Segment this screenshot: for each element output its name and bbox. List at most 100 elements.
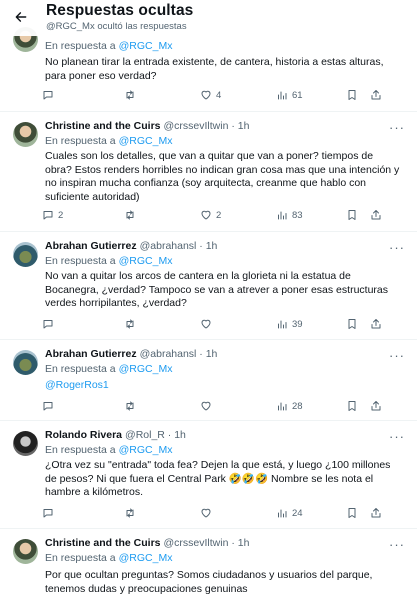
like-button[interactable]: 4 [200,89,221,101]
author-handle[interactable]: @crssevIltwin · 1h [164,120,250,132]
tweet-header: Abrahan Gutierrez @abrahansl · 1h [45,240,217,252]
author-handle[interactable]: @crssevIltwin · 1h [164,537,250,549]
reply-button[interactable] [42,318,58,330]
share-icon [371,319,381,329]
tweet[interactable]: Christine and the Cuirs @crssevIltwin · 1… [0,529,417,602]
more-dots-icon[interactable]: ··· [389,348,405,363]
more-dots-icon[interactable]: ··· [389,120,405,135]
author-handle[interactable]: @abrahansl · 1h [140,240,218,252]
tweet-text: ¿Otra vez su "entrada" toda fea? Dejen l… [45,459,391,499]
bookmark-button[interactable] [346,209,358,221]
author-handle[interactable]: @Rol_R · 1h [125,429,186,441]
reply-context: En respuesta a @RGC_Mx [45,552,172,564]
reply-button[interactable] [42,89,58,101]
bookmark-button[interactable] [346,318,358,330]
tweet-text: Cuales son los detalles, que van a quita… [45,150,400,203]
tweet-header: Christine and the Cuirs @crssevIltwin · 1… [45,537,249,549]
reply-mention-link[interactable]: @RGC_Mx [119,363,173,375]
views-button[interactable]: 61 [276,89,303,101]
views-button[interactable]: 83 [276,209,303,221]
share-icon [371,508,381,518]
avatar[interactable] [13,431,38,456]
reply-mention-link[interactable]: @RGC_Mx [119,444,173,456]
retweet-button[interactable] [124,400,140,412]
reply-context: En respuesta a @RGC_Mx [45,40,172,52]
like-count: 2 [216,209,222,221]
tweet[interactable]: Abrahan Gutierrez @abrahansl · 1h ··· En … [0,340,417,421]
author-name[interactable]: Christine and the Cuirs [45,537,161,549]
tweet[interactable]: Rolando Rivera @Rol_R · 1h ··· En respues… [0,421,417,529]
bookmark-icon [348,508,356,518]
views-button[interactable]: 28 [276,400,303,412]
reply-mention-link[interactable]: @RGC_Mx [119,552,173,564]
views-button[interactable]: 39 [276,318,303,330]
bookmark-button[interactable] [346,89,358,101]
reply-button[interactable] [42,507,58,519]
share-button[interactable] [370,400,382,412]
tweet-header: Christine and the Cuirs @crssevIltwin · 1… [45,120,249,132]
avatar[interactable] [13,539,38,564]
like-button[interactable] [200,400,216,412]
tweet[interactable]: Christine and the Cuirs @crssevIltwin · 1… [0,112,417,232]
tweet-text: No van a quitar los arcos de cantera en … [45,270,388,310]
share-icon [371,401,381,411]
more-dots-icon[interactable]: ··· [389,429,405,444]
page-subtitle: @RGC_Mx ocultó las respuestas [46,21,187,32]
avatar[interactable] [13,122,38,147]
share-button[interactable] [370,507,382,519]
reply-mention-link[interactable]: @RGC_Mx [119,135,173,147]
heart-icon [201,90,211,100]
author-name[interactable]: Rolando Rivera [45,429,122,441]
reply-label: En respuesta a [45,444,116,456]
tweet-header: Rolando Rivera @Rol_R · 1h [45,429,186,441]
like-button[interactable] [200,318,216,330]
reply-mention-link[interactable]: @RGC_Mx [119,255,173,267]
views-button[interactable]: 24 [276,507,303,519]
bookmark-icon [348,401,356,411]
back-button[interactable] [8,4,34,30]
views-bars-icon [278,211,287,220]
author-handle[interactable]: @abrahansl · 1h [140,348,218,360]
comment-icon [43,509,53,518]
top-header: Respuestas ocultas @RGC_Mx ocultó las re… [0,0,417,36]
comment-icon [43,211,53,220]
heart-icon [201,210,211,220]
tweet-actions: 28 [42,400,402,414]
bookmark-button[interactable] [346,400,358,412]
arrow-left-icon [15,12,27,22]
tweet-header: Abrahan Gutierrez @abrahansl · 1h [45,348,217,360]
author-name[interactable]: Abrahan Gutierrez [45,348,137,360]
tweet-text: Por que ocultan preguntas? Somos ciudada… [45,569,373,595]
more-dots-icon[interactable]: ··· [389,240,405,255]
reply-label: En respuesta a [45,40,116,52]
reply-context: En respuesta a @RGC_Mx [45,363,172,375]
view-count: 83 [292,209,303,221]
reply-context: En respuesta a @RGC_Mx [45,444,172,456]
reply-label: En respuesta a [45,552,116,564]
tweet-text-mention[interactable]: @RogerRos1 [45,379,109,391]
avatar[interactable] [13,350,38,375]
like-button[interactable] [200,507,216,519]
reply-label: En respuesta a [45,135,116,147]
view-count: 61 [292,89,303,101]
like-button[interactable]: 2 [200,209,221,221]
reply-context: En respuesta a @RGC_Mx [45,135,172,147]
retweet-button[interactable] [124,89,140,101]
tweet[interactable]: Abrahan Gutierrez @abrahansl · 1h ··· En … [0,232,417,340]
reply-label: En respuesta a [45,363,116,375]
retweet-button[interactable] [124,209,140,221]
author-name[interactable]: Abrahan Gutierrez [45,240,137,252]
retweet-button[interactable] [124,318,140,330]
avatar[interactable] [13,242,38,267]
share-button[interactable] [370,209,382,221]
reply-mention-link[interactable]: @RGC_Mx [119,40,173,52]
retweet-button[interactable] [124,507,140,519]
author-name[interactable]: Christine and the Cuirs [45,120,161,132]
retweet-icon [126,401,134,411]
share-button[interactable] [370,89,382,101]
reply-button[interactable] [42,400,58,412]
share-button[interactable] [370,318,382,330]
reply-button[interactable]: 2 [42,209,63,221]
more-dots-icon[interactable]: ··· [389,537,405,552]
bookmark-button[interactable] [346,507,358,519]
